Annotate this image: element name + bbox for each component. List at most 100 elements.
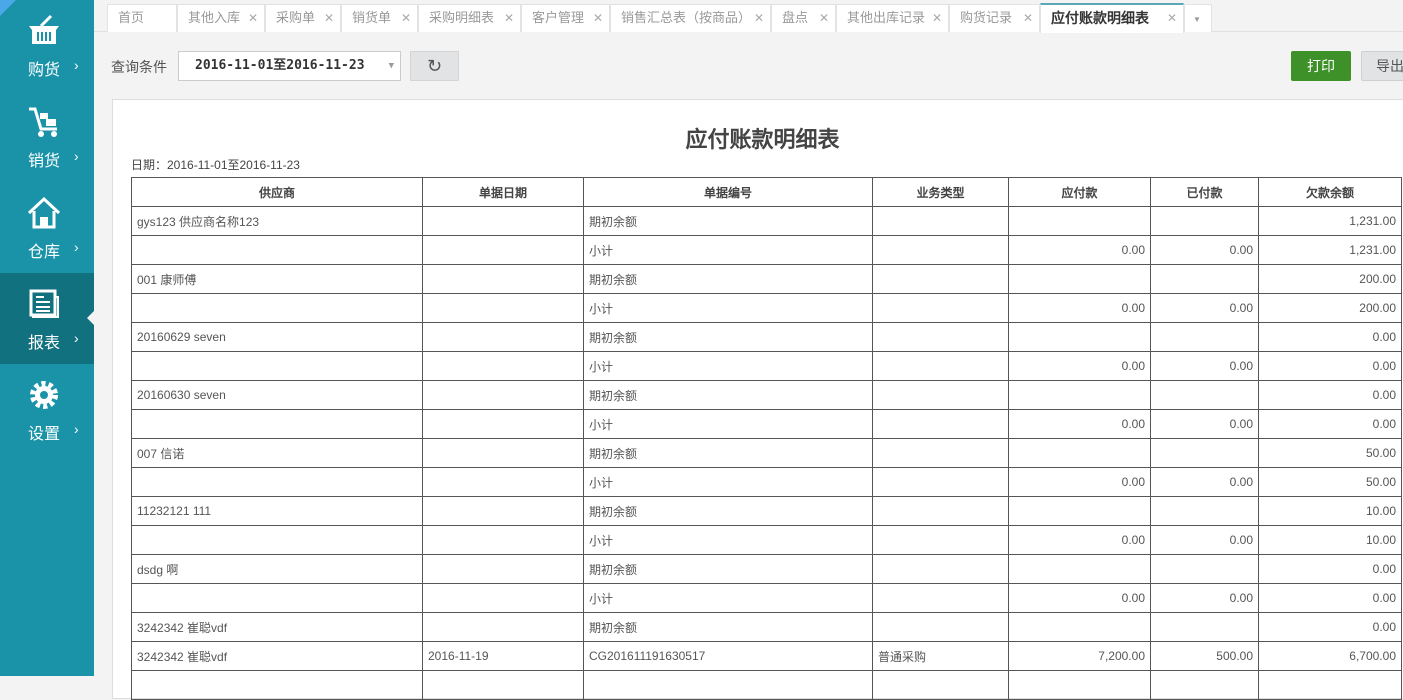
table-cell	[1150, 612, 1259, 642]
report-title: 应付账款明细表	[685, 127, 840, 152]
tab-10[interactable]: 应付账款明细表 ✕	[1040, 3, 1184, 33]
table-cell: 小计	[583, 235, 873, 265]
table-cell: 11232121 111	[131, 496, 423, 526]
table-cell	[131, 293, 423, 323]
tab-label: 购货记录	[960, 10, 1013, 25]
caret-down-icon: ▼	[1193, 15, 1201, 24]
table-cell: 0.00	[1008, 235, 1151, 265]
print-button[interactable]: 打印	[1291, 51, 1351, 81]
table-cell	[872, 554, 1009, 584]
table-cell: 500.00	[1150, 641, 1259, 671]
column-header: 单据编号	[583, 177, 873, 207]
table-cell: 1,231.00	[1258, 206, 1402, 236]
table-cell: 0.00	[1008, 293, 1151, 323]
close-icon[interactable]: ✕	[819, 5, 829, 31]
close-icon[interactable]: ✕	[593, 5, 603, 31]
table-cell	[872, 525, 1009, 555]
close-icon[interactable]: ✕	[932, 5, 942, 31]
table-cell: 50.00	[1258, 438, 1402, 468]
tab-8[interactable]: 其他出库记录 ✕	[836, 4, 949, 32]
tab-3[interactable]: 销货单 ✕	[341, 4, 418, 32]
table-cell: 0.00	[1258, 380, 1402, 410]
table-cell: 0.00	[1258, 612, 1402, 642]
export-button[interactable]: 导出	[1361, 51, 1403, 81]
table-cell	[131, 670, 423, 700]
close-icon[interactable]: ✕	[248, 5, 258, 31]
table-cell: 0.00	[1150, 235, 1259, 265]
report-date: 日期：2016-11-01至2016-11-23	[131, 158, 300, 172]
gear-icon	[27, 378, 61, 412]
table-cell: 小计	[583, 525, 873, 555]
report-table: 供应商 单据日期 单据编号 业务类型 应付款 已付款 欠款余额 gys123 供应商名称123…	[131, 177, 1402, 700]
table-cell	[422, 554, 584, 584]
table-cell	[422, 351, 584, 381]
tab-label: 采购明细表	[429, 10, 495, 25]
table-cell: gys123 供应商名称123	[131, 206, 423, 236]
tab-6[interactable]: 销售汇总表（按商品） ✕	[610, 4, 771, 32]
table-cell: 期初余额	[583, 554, 873, 584]
chevron-right-icon: ›	[74, 421, 79, 437]
close-icon[interactable]: ✕	[1023, 5, 1033, 31]
table-cell: 3242342 崔聪vdf	[131, 641, 423, 671]
close-icon[interactable]: ✕	[504, 5, 514, 31]
table-row: 007 信诺 期初余额 50.00	[131, 438, 1402, 468]
tab-9[interactable]: 购货记录 ✕	[949, 4, 1040, 32]
table-cell: 0.00	[1258, 583, 1402, 613]
close-icon[interactable]: ✕	[324, 5, 334, 31]
chevron-right-icon: ›	[74, 57, 79, 73]
refresh-button[interactable]: ↻	[410, 51, 459, 81]
table-cell: 小计	[583, 583, 873, 613]
table-cell: 0.00	[1258, 322, 1402, 352]
tab-4[interactable]: 采购明细表 ✕	[418, 4, 521, 32]
table-cell	[1150, 554, 1259, 584]
sidebar-item-3[interactable]: 报表 ›	[0, 273, 94, 364]
table-cell	[1150, 206, 1259, 236]
table-cell	[872, 206, 1009, 236]
tab-label: 盘点	[782, 10, 809, 25]
table-cell	[422, 525, 584, 555]
table-row: 001 康师傅 期初余额 200.00	[131, 264, 1402, 294]
table-cell	[872, 612, 1009, 642]
sidebar-item-label: 购货	[28, 62, 61, 79]
table-cell	[1150, 322, 1259, 352]
close-icon[interactable]: ✕	[754, 5, 764, 31]
table-cell	[1008, 670, 1151, 700]
table-cell	[872, 235, 1009, 265]
sidebar-item-label: 设置	[28, 426, 61, 443]
sidebar-item-2[interactable]: 仓库 ›	[0, 182, 94, 273]
table-cell: 期初余额	[583, 380, 873, 410]
tabs-more-button[interactable]: ▼	[1184, 4, 1212, 32]
column-header: 单据日期	[422, 177, 584, 207]
table-cell: 普通采购	[872, 641, 1009, 671]
tab-2[interactable]: 采购单 ✕	[265, 4, 341, 32]
sidebar: 购货 › 销货 › 仓库 › 报表 › 设置 ›	[0, 0, 94, 676]
table-cell	[422, 496, 584, 526]
table-cell	[131, 583, 423, 613]
table-cell: 0.00	[1258, 409, 1402, 439]
table-cell	[872, 264, 1009, 294]
table-cell: 小计	[583, 467, 873, 497]
table-cell	[422, 467, 584, 497]
table-row: 小计 0.00 0.00 200.00	[131, 293, 1402, 323]
table-cell: 0.00	[1150, 467, 1259, 497]
tab-label: 销货单	[352, 10, 392, 25]
tab-1[interactable]: 其他入库 ✕	[177, 4, 265, 32]
sidebar-item-0[interactable]: 购货 ›	[0, 0, 94, 91]
tab-0[interactable]: 首页	[107, 4, 177, 32]
table-row: gys123 供应商名称123 期初余额 1,231.00	[131, 206, 1402, 236]
table-cell: 1,231.00	[1258, 235, 1402, 265]
tab-5[interactable]: 客户管理 ✕	[521, 4, 610, 32]
table-cell: 0.00	[1258, 351, 1402, 381]
tab-label: 首页	[118, 10, 145, 25]
table-cell	[422, 583, 584, 613]
close-icon[interactable]: ✕	[401, 5, 411, 31]
sidebar-item-4[interactable]: 设置 ›	[0, 364, 94, 455]
table-cell	[422, 293, 584, 323]
close-icon[interactable]: ✕	[1167, 5, 1177, 31]
table-row: 20160630 seven 期初余额 0.00	[131, 380, 1402, 410]
table-row: 小计 0.00 0.00 10.00	[131, 525, 1402, 555]
table-cell: 期初余额	[583, 206, 873, 236]
tab-7[interactable]: 盘点 ✕	[771, 4, 836, 32]
table-cell	[422, 438, 584, 468]
date-range-select[interactable]: 2016-11-01至2016-11-23 ▼	[178, 51, 401, 81]
